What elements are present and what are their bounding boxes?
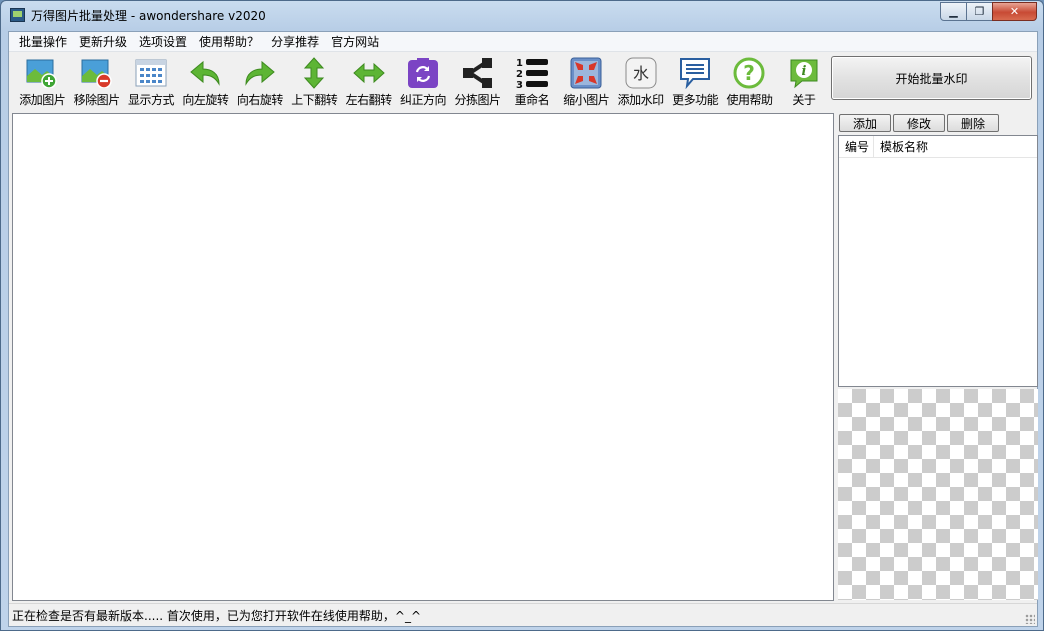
status-text: 正在检查是否有最新版本..... 首次使用，已为您打开软件在线使用帮助，^_^ [12, 609, 421, 623]
close-button[interactable]: ✕ [992, 2, 1037, 21]
menu-help[interactable]: 使用帮助？ [193, 32, 265, 51]
column-template-name[interactable]: 模板名称 [874, 138, 928, 155]
flip-horizontal-icon [352, 56, 386, 90]
menu-update[interactable]: 更新升级 [73, 32, 133, 51]
flip-horizontal-label: 左右翻转 [345, 93, 393, 107]
svg-text:3: 3 [516, 80, 523, 90]
template-list[interactable]: 编号 模板名称 [838, 135, 1038, 387]
template-buttons: 添加 修改 删除 [839, 114, 1001, 132]
sort-images-label: 分拣图片 [454, 93, 501, 107]
flip-vertical-label: 上下翻转 [291, 93, 338, 107]
more-functions-icon [678, 56, 712, 90]
shrink-image-label: 缩小图片 [563, 93, 610, 107]
flip-vertical-button[interactable]: 上下翻转 [287, 53, 341, 111]
display-mode-label: 显示方式 [128, 93, 175, 107]
svg-text:水: 水 [633, 64, 649, 83]
more-functions-button[interactable]: 更多功能 [668, 53, 722, 111]
watermark-preview [838, 389, 1038, 600]
info-icon: i [787, 56, 821, 90]
template-list-header: 编号 模板名称 [839, 136, 1037, 158]
rename-button[interactable]: 123 重命名 [505, 53, 559, 111]
svg-text:?: ? [744, 61, 756, 85]
watermark-icon: 水 [624, 56, 658, 90]
menu-bar: 批量操作 更新升级 选项设置 使用帮助？ 分享推荐 官方网站 [9, 32, 1037, 52]
more-functions-label: 更多功能 [672, 93, 719, 107]
minimize-button[interactable]: ▁ [940, 2, 967, 21]
share-sort-icon [460, 56, 494, 90]
correct-orientation-button[interactable]: 纠正方向 [396, 53, 450, 111]
rotate-left-button[interactable]: 向左旋转 [178, 53, 232, 111]
correct-orientation-label: 纠正方向 [400, 93, 447, 107]
window-controls: ▁ ❐ ✕ [940, 2, 1037, 21]
rotate-right-label: 向右旋转 [236, 93, 284, 107]
template-add-button[interactable]: 添加 [839, 114, 891, 132]
column-number[interactable]: 编号 [839, 136, 874, 157]
remove-image-button[interactable]: 移除图片 [69, 53, 123, 111]
add-watermark-label: 添加水印 [617, 93, 665, 107]
restore-button[interactable]: ❐ [966, 2, 993, 21]
toolbar: 添加图片 移除图片 显示方式 向左旋转 向右旋转 上下翻转 左右翻转 纠正方向 … [9, 53, 831, 111]
menu-website[interactable]: 官方网站 [325, 32, 385, 51]
minimize-icon: ▁ [949, 5, 958, 18]
add-image-icon [25, 56, 59, 90]
menu-batch[interactable]: 批量操作 [13, 32, 73, 51]
flip-vertical-icon [297, 56, 331, 90]
add-image-label: 添加图片 [19, 93, 66, 107]
add-watermark-button[interactable]: 水 添加水印 [613, 53, 667, 111]
close-icon: ✕ [1009, 5, 1020, 18]
status-bar: 正在检查是否有最新版本..... 首次使用，已为您打开软件在线使用帮助，^_^ [9, 603, 1037, 626]
correct-orientation-icon [406, 56, 440, 90]
template-delete-button[interactable]: 删除 [947, 114, 999, 132]
numbered-list-icon: 123 [515, 56, 549, 90]
flip-horizontal-button[interactable]: 左右翻转 [341, 53, 395, 111]
start-batch-watermark-button[interactable]: 开始批量水印 [831, 56, 1032, 100]
remove-image-label: 移除图片 [73, 93, 121, 107]
add-image-button[interactable]: 添加图片 [15, 53, 69, 111]
usage-help-label: 使用帮助 [726, 93, 773, 107]
menu-options[interactable]: 选项设置 [133, 32, 193, 51]
menu-share[interactable]: 分享推荐 [265, 32, 325, 51]
template-edit-button[interactable]: 修改 [893, 114, 945, 132]
display-mode-button[interactable]: 显示方式 [124, 53, 178, 111]
client-area: 批量操作 更新升级 选项设置 使用帮助？ 分享推荐 官方网站 添加图片 移除图片 [8, 31, 1038, 627]
title-bar[interactable]: 万得图片批量处理 - awondershare v2020 ▁ ❐ ✕ [1, 1, 1043, 31]
svg-text:2: 2 [516, 69, 523, 80]
restore-icon: ❐ [974, 5, 985, 18]
grid-view-icon [134, 56, 168, 90]
app-window: 万得图片批量处理 - awondershare v2020 ▁ ❐ ✕ 批量操作… [0, 0, 1044, 631]
rotate-right-button[interactable]: 向右旋转 [233, 53, 287, 111]
remove-image-icon [80, 56, 114, 90]
about-label: 关于 [792, 93, 816, 107]
usage-help-button[interactable]: ? 使用帮助 [722, 53, 776, 111]
help-icon: ? [732, 56, 766, 90]
svg-text:1: 1 [516, 58, 523, 69]
shrink-icon [569, 56, 603, 90]
rotate-left-icon [188, 56, 222, 90]
svg-text:i: i [801, 64, 806, 79]
about-button[interactable]: i 关于 [777, 53, 831, 111]
resize-grip[interactable] [1025, 614, 1035, 624]
rotate-left-label: 向左旋转 [182, 93, 229, 107]
rename-label: 重命名 [514, 93, 550, 107]
app-icon [10, 8, 25, 22]
rotate-right-icon [243, 56, 277, 90]
image-list-area[interactable] [12, 113, 834, 601]
shrink-image-button[interactable]: 缩小图片 [559, 53, 613, 111]
window-title: 万得图片批量处理 - awondershare v2020 [31, 9, 266, 23]
sort-images-button[interactable]: 分拣图片 [450, 53, 504, 111]
